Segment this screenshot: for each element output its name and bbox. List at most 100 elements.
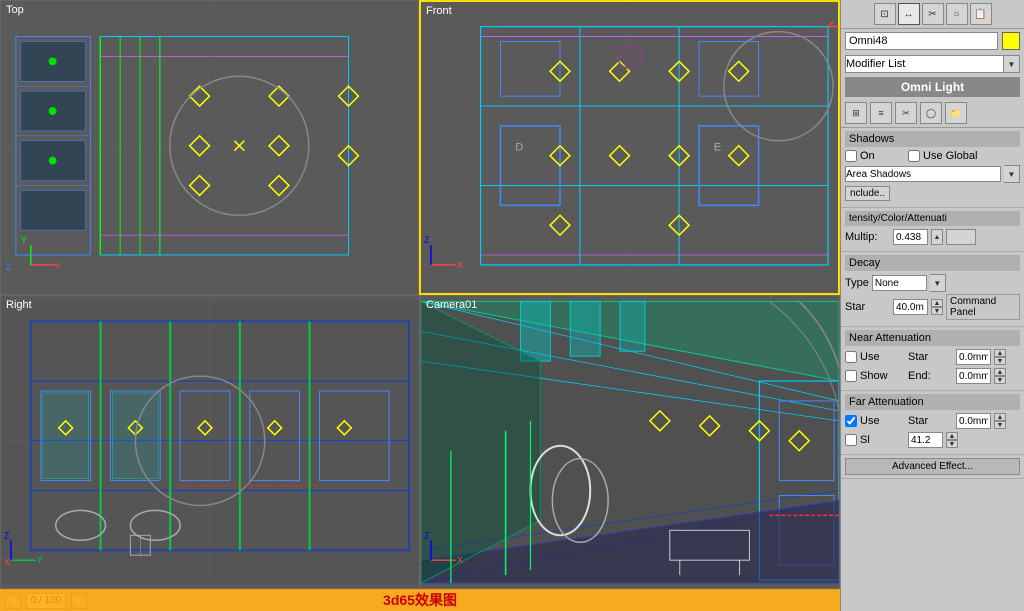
watermark: 3d65效果图 xyxy=(0,589,840,611)
use-global-checkbox[interactable] xyxy=(908,150,920,162)
far-end-spinners: ▲ ▼ xyxy=(946,432,958,448)
near-start-input[interactable] xyxy=(956,349,991,365)
right-viewport-label: Right xyxy=(6,299,32,311)
top-viewport[interactable]: Top xyxy=(0,0,419,295)
decay-start-row: Star ▲ ▼ Command Panel xyxy=(845,294,1020,320)
far-start-label: Star xyxy=(908,415,953,427)
create-btn[interactable]: ⊡ xyxy=(874,3,896,25)
shadows-header: Shadows xyxy=(845,131,1020,147)
multip-spinner-up[interactable]: ▲ xyxy=(931,229,943,245)
near-end-input[interactable] xyxy=(956,368,991,384)
watermark-text: 3d65效果图 xyxy=(383,590,457,610)
svg-text:x: x xyxy=(56,260,61,270)
near-end-spinners: ▲ ▼ xyxy=(994,368,1006,384)
near-start-down[interactable]: ▼ xyxy=(994,357,1006,365)
shadow-type-dropdown[interactable]: ▼ xyxy=(1004,165,1020,183)
front-viewport-svg: X Z D E xyxy=(421,2,838,293)
modifier-list-input[interactable] xyxy=(845,55,1004,73)
near-use-checkbox[interactable] xyxy=(845,351,857,363)
svg-text:Z: Z xyxy=(424,235,430,245)
viewport-top-row: Top xyxy=(0,0,840,295)
include-button[interactable]: nclude.. xyxy=(845,186,890,201)
decay-type-row: Type ▼ xyxy=(845,274,1020,292)
front-viewport[interactable]: Front xyxy=(419,0,840,295)
far-use-label: Use xyxy=(860,415,905,427)
advanced-btn[interactable]: 📁 xyxy=(945,102,967,124)
decay-start-input[interactable] xyxy=(893,299,928,315)
near-start-spinners: ▲ ▼ xyxy=(994,349,1006,365)
intensity-btn[interactable]: ≡ xyxy=(870,102,892,124)
svg-text:X: X xyxy=(457,260,463,270)
far-attenuation-section: Far Attenuation Use Star ▲ ▼ Sl xyxy=(841,391,1024,455)
atmosphere-btn[interactable]: ◯ xyxy=(920,102,942,124)
intensity-color-swatch[interactable] xyxy=(946,229,976,245)
camera-viewport-svg: X Z xyxy=(421,296,839,589)
name-row xyxy=(841,29,1024,53)
hierarchy-btn[interactable]: ✂ xyxy=(922,3,944,25)
decay-type-dropdown[interactable]: ▼ xyxy=(930,274,946,292)
right-viewport[interactable]: Right xyxy=(0,295,420,590)
shadows-section: Shadows On Use Global ▼ nclude.. xyxy=(841,128,1024,208)
camera-viewport-label: Camera01 xyxy=(426,299,477,311)
decay-start-label: Star xyxy=(845,301,890,313)
near-show-checkbox[interactable] xyxy=(845,370,857,382)
viewport-bottom-row: Right xyxy=(0,295,840,590)
near-start-up[interactable]: ▲ xyxy=(994,349,1006,357)
general-params-btn[interactable]: ⊞ xyxy=(845,102,867,124)
camera-viewport[interactable]: Camera01 xyxy=(420,295,840,590)
advanced-effects-btn[interactable]: Advanced Effect... xyxy=(845,458,1020,475)
decay-start-spinners: ▲ ▼ xyxy=(931,299,943,315)
decay-header: Decay xyxy=(845,255,1020,271)
top-viewport-svg: x Y Z xyxy=(1,1,418,294)
modifier-row: ▼ xyxy=(841,53,1024,75)
far-atten-header: Far Attenuation xyxy=(845,394,1020,410)
far-start-up[interactable]: ▲ xyxy=(994,413,1006,421)
far-end-down[interactable]: ▼ xyxy=(946,440,958,448)
shadows-on-row: On Use Global xyxy=(845,150,1020,162)
near-use-row: Use Star ▲ ▼ xyxy=(845,349,1020,365)
motion-btn[interactable]: ○ xyxy=(946,3,968,25)
shadows-on-label: On xyxy=(860,150,905,162)
viewport-area: Top xyxy=(0,0,840,611)
use-global-label: Use Global xyxy=(923,150,977,162)
svg-text:Z: Z xyxy=(6,262,12,272)
far-end-up[interactable]: ▲ xyxy=(946,432,958,440)
decay-start-spinner-down[interactable]: ▼ xyxy=(931,307,943,315)
near-end-up[interactable]: ▲ xyxy=(994,368,1006,376)
object-name-input[interactable] xyxy=(845,32,998,50)
decay-start-spinner-up[interactable]: ▲ xyxy=(931,299,943,307)
far-start-input[interactable] xyxy=(956,413,991,429)
far-start-spinners: ▲ ▼ xyxy=(994,413,1006,429)
shadow-type-row: ▼ xyxy=(845,165,1020,183)
top-viewport-label: Top xyxy=(6,4,24,16)
svg-text:X: X xyxy=(457,555,463,565)
svg-text:X: X xyxy=(4,557,10,567)
near-show-row: Show End: ▲ ▼ xyxy=(845,368,1020,384)
shadow-type-input[interactable] xyxy=(845,166,1001,182)
modify-btn[interactable]: ↔ xyxy=(898,3,920,25)
intensity-section: tensity/Color/Attenuati Multip: ▲ xyxy=(841,208,1024,252)
command-panel-label: Command Panel xyxy=(946,294,1020,320)
object-color-swatch[interactable] xyxy=(1002,32,1020,50)
near-start-label: Star xyxy=(908,351,953,363)
far-use-checkbox[interactable] xyxy=(845,415,857,427)
display-btn[interactable]: 📋 xyxy=(970,3,992,25)
right-panel: ⊡ ↔ ✂ ○ 📋 ▼ Omni Light ⊞ ≡ ✂ ◯ 📁 xyxy=(840,0,1024,611)
main-container: Top xyxy=(0,0,1024,611)
near-show-label: Show xyxy=(860,370,905,382)
multip-input[interactable] xyxy=(893,229,928,245)
svg-text:Y: Y xyxy=(21,235,27,245)
shadows-on-checkbox[interactable] xyxy=(845,150,857,162)
far-end-input[interactable] xyxy=(908,432,943,448)
far-show-checkbox[interactable] xyxy=(845,434,857,446)
omni-light-header: Omni Light xyxy=(845,77,1020,97)
svg-text:D: D xyxy=(515,142,523,154)
decay-type-input[interactable] xyxy=(872,275,927,291)
near-end-down[interactable]: ▼ xyxy=(994,376,1006,384)
far-start-down[interactable]: ▼ xyxy=(994,421,1006,429)
panel-icon-row: ⊞ ≡ ✂ ◯ 📁 xyxy=(841,99,1024,128)
modifier-list-dropdown[interactable]: ▼ xyxy=(1004,55,1020,73)
svg-text:Z: Z xyxy=(424,530,430,540)
shadow-btn[interactable]: ✂ xyxy=(895,102,917,124)
intensity-header: tensity/Color/Attenuati xyxy=(845,211,1020,226)
